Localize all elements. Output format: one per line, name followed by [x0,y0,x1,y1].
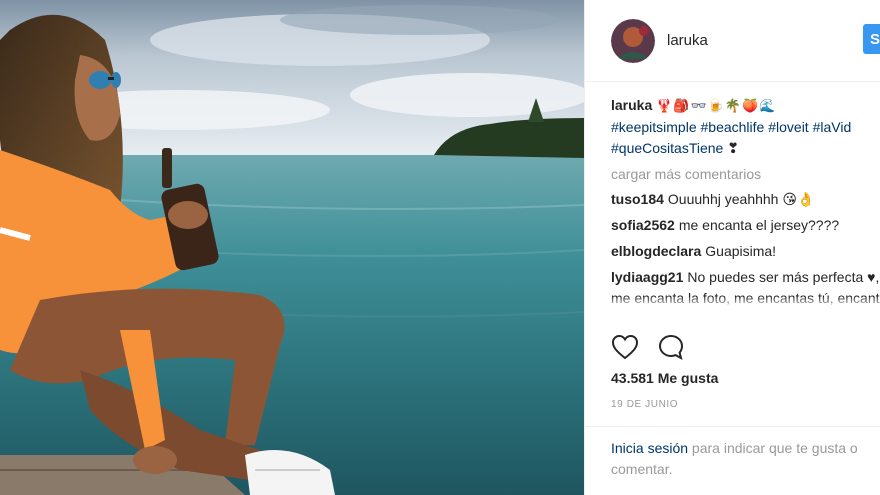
login-link[interactable]: Inicia sesión [611,440,688,456]
post-header: laruka S [585,0,880,82]
comment-text: Guapisima! [705,243,777,259]
hashtag-link[interactable]: #laVid [813,119,852,135]
login-prompt: Inicia sesión para indicar que te gusta … [611,438,880,480]
comment-text: me encanta el jersey???? [678,217,840,233]
likes-count[interactable]: 43.581 Me gusta [611,370,718,386]
comment-username[interactable]: sofia2562 [611,217,675,233]
comment-icon[interactable] [657,333,685,366]
comment-text: Ouuuhhj yeahhhh 😘👌 [667,191,815,207]
caption: laruka 🦞🎒👓🍺🌴🍑🌊 #keepitsimple #beachlife … [611,95,880,159]
heart-icon[interactable] [611,334,639,365]
hashtag-link[interactable]: #keepitsimple [611,119,697,135]
comment-item: elblogdeclara Guapisima! [611,241,880,262]
caption-username[interactable]: laruka [611,97,652,113]
comments-section: laruka 🦞🎒👓🍺🌴🍑🌊 #keepitsimple #beachlife … [611,95,880,314]
load-more-comments-button[interactable]: cargar más comentarios [611,164,880,185]
hashtag-link[interactable]: #queCositasTiene [611,140,723,156]
caption-tail-emoji: ❣ [727,140,739,156]
divider [585,426,880,427]
post-date: 19 DE JUNIO [611,399,679,410]
follow-button[interactable]: S [863,24,880,54]
beach-photo-image [0,0,584,495]
avatar[interactable] [611,18,655,63]
hashtag-link[interactable]: #beachlife [701,119,765,135]
comment-item: tuso184 Ouuuhhj yeahhhh 😘👌 [611,189,880,210]
post-photo[interactable] [0,0,584,495]
comment-item: sofia2562 me encanta el jersey???? [611,215,880,236]
comment-username[interactable]: tuso184 [611,191,664,207]
caption-emojis: 🦞🎒👓🍺🌴🍑🌊 [656,99,777,114]
comment-item: lydiaagg21 No puedes ser más perfecta ♥, … [611,267,880,309]
avatar-image [611,18,655,63]
comment-username[interactable]: elblogdeclara [611,243,701,259]
post-sidebar: laruka S laruka 🦞🎒👓🍺🌴🍑🌊 #keepitsimple #b… [584,0,880,495]
header-username[interactable]: laruka [667,32,708,49]
action-bar [611,333,685,365]
comment-username[interactable]: lydiaagg21 [611,269,683,285]
hashtag-link[interactable]: #loveit [768,119,808,135]
